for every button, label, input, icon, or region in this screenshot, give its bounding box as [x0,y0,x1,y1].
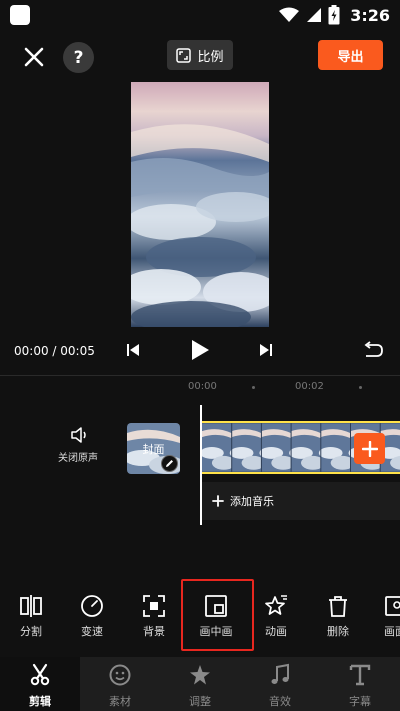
battery-icon [328,5,340,25]
skip-next-icon[interactable] [259,341,273,359]
video-preview[interactable] [131,82,269,327]
sticker-icon [109,664,131,686]
help-button[interactable]: ? [63,42,94,73]
tool-animation[interactable]: 动画 [252,594,300,639]
tool-label: 背景 [143,625,165,638]
tab-audio[interactable]: 音效 [240,657,320,711]
tab-adjust[interactable]: 调整 [160,657,240,711]
background-icon [143,595,165,617]
tab-label: 音效 [269,695,291,708]
tab-edit[interactable]: 剪辑 [0,657,80,711]
ruler-dot [252,386,255,389]
add-music-button[interactable]: 添加音乐 [202,482,400,520]
pencil-icon [166,460,173,467]
aspect-ratio-label: 比例 [197,49,224,65]
close-button[interactable] [20,43,48,71]
status-indicators: 3:26 [279,4,390,26]
ruler-dot [359,386,362,389]
ruler-mark: 00:02 [295,381,324,392]
animation-icon [265,595,287,615]
status-bar: 3:26 [0,0,400,30]
tab-label: 剪辑 [29,695,51,708]
playback-time: 00:00 / 00:05 [14,344,95,358]
mute-original-audio-label: 关闭原声 [58,453,98,464]
tool-background[interactable]: 背景 [130,594,178,639]
mute-original-audio-button[interactable]: 关闭原声 [55,426,105,464]
add-music-label: 添加音乐 [230,495,274,508]
skip-previous-icon[interactable] [126,341,140,359]
preview-divider [0,375,400,376]
app-notification-icon [10,5,30,25]
play-icon[interactable] [190,338,210,362]
help-icon: ? [73,47,84,68]
edit-cover-button[interactable] [161,455,178,472]
music-note-icon [271,663,289,684]
tab-subtitles[interactable]: 字幕 [320,657,400,711]
selected-tool-highlight [181,579,254,651]
ruler-mark: 00:00 [188,381,217,392]
undo-icon[interactable] [363,341,383,359]
tool-frame[interactable]: 画面 [371,594,400,639]
scissors-icon [30,663,50,686]
speed-icon [81,595,103,617]
tool-label: 画面 [384,625,400,638]
signal-icon [307,8,322,22]
tab-stickers[interactable]: 素材 [80,657,160,711]
wifi-icon [279,7,300,22]
plus-icon [212,495,224,507]
tool-speed[interactable]: 变速 [68,594,116,639]
bottom-navigation: 剪辑 素材 调整 音效 字幕 [0,657,400,711]
cover-thumbnail[interactable]: 封面 [127,423,180,474]
speaker-icon [71,427,86,443]
add-clip-button[interactable] [354,433,385,464]
split-icon [20,595,42,617]
cloud-video-frame [131,82,269,327]
plus-icon [361,440,378,457]
tool-delete[interactable]: 删除 [314,594,362,639]
frame-icon [385,596,400,616]
delete-icon [329,596,347,617]
tool-label: 动画 [265,625,287,638]
adjust-icon [190,665,210,685]
tool-label: 分割 [20,625,42,638]
text-icon [349,664,371,686]
status-time: 3:26 [350,5,390,25]
tab-label: 素材 [109,695,131,708]
tool-label: 变速 [81,625,103,638]
tab-label: 调整 [189,695,211,708]
close-icon [24,47,44,67]
tab-label: 字幕 [349,695,371,708]
tool-split[interactable]: 分割 [7,594,55,639]
export-label: 导出 [337,49,364,65]
tool-label: 删除 [327,625,349,638]
aspect-ratio-icon [176,47,192,63]
aspect-ratio-button[interactable]: 比例 [167,40,233,70]
export-button[interactable]: 导出 [318,40,383,70]
